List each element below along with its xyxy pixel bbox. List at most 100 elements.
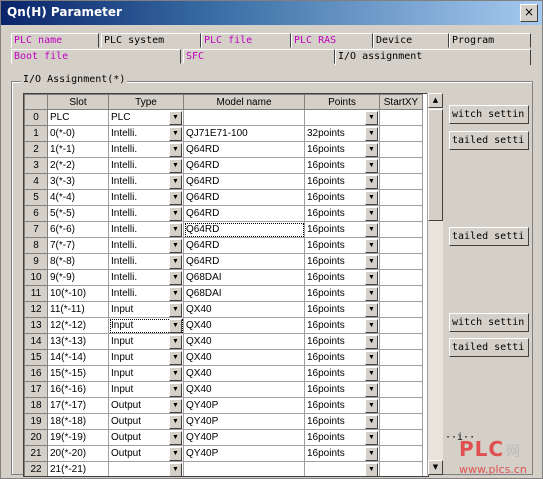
model-name-input[interactable]: QY40P — [183, 429, 305, 446]
model-name-input[interactable]: QY40P — [183, 445, 305, 462]
points-select[interactable]: 16points ▼ — [304, 157, 380, 174]
startxy-input[interactable] — [379, 301, 423, 318]
tab-plc-file[interactable]: PLC file — [201, 33, 291, 48]
dropdown-arrow-icon[interactable]: ▼ — [169, 191, 182, 205]
startxy-input[interactable] — [379, 365, 423, 382]
slot-cell[interactable]: 2(*-2) — [47, 157, 109, 174]
points-select[interactable]: 32points ▼ — [304, 125, 380, 142]
model-name-input[interactable]: Q64RD — [183, 221, 305, 238]
startxy-input[interactable] — [379, 429, 423, 446]
dropdown-arrow-icon[interactable]: ▼ — [169, 287, 182, 301]
dropdown-arrow-icon[interactable]: ▼ — [365, 127, 378, 141]
dropdown-arrow-icon[interactable]: ▼ — [365, 351, 378, 365]
model-name-input[interactable]: Q64RD — [183, 205, 305, 222]
slot-cell[interactable]: 7(*-7) — [47, 237, 109, 254]
slot-cell[interactable]: 13(*-13) — [47, 333, 109, 350]
startxy-input[interactable] — [379, 285, 423, 302]
points-select[interactable]: 16points ▼ — [304, 445, 380, 462]
dropdown-arrow-icon[interactable]: ▼ — [365, 191, 378, 205]
dropdown-arrow-icon[interactable]: ▼ — [169, 223, 182, 237]
dropdown-arrow-icon[interactable]: ▼ — [365, 431, 378, 445]
dropdown-arrow-icon[interactable]: ▼ — [365, 255, 378, 269]
dropdown-arrow-icon[interactable]: ▼ — [169, 447, 182, 461]
startxy-input[interactable] — [379, 109, 423, 126]
slot-cell[interactable]: 17(*-17) — [47, 397, 109, 414]
model-name-input[interactable]: QJ71E71-100 — [183, 125, 305, 142]
startxy-input[interactable] — [379, 157, 423, 174]
model-name-input[interactable]: Q64RD — [183, 253, 305, 270]
type-select[interactable]: Intelli. ▼ — [108, 157, 184, 174]
model-name-input[interactable]: QX40 — [183, 333, 305, 350]
slot-cell[interactable]: 5(*-5) — [47, 205, 109, 222]
type-select[interactable]: Intelli. ▼ — [108, 205, 184, 222]
points-select[interactable]: 16points ▼ — [304, 173, 380, 190]
model-name-input[interactable]: QX40 — [183, 301, 305, 318]
dropdown-arrow-icon[interactable]: ▼ — [169, 319, 182, 333]
startxy-input[interactable] — [379, 269, 423, 286]
type-select[interactable]: Input ▼ — [108, 365, 184, 382]
switch-settings-button-2[interactable]: witch settin — [449, 313, 529, 332]
type-select[interactable]: Intelli. ▼ — [108, 237, 184, 254]
startxy-input[interactable] — [379, 221, 423, 238]
points-select[interactable]: 16points ▼ — [304, 285, 380, 302]
tab-plc-system[interactable]: PLC system — [101, 33, 201, 48]
startxy-input[interactable] — [379, 237, 423, 254]
points-select[interactable]: 16points ▼ — [304, 141, 380, 158]
slot-cell[interactable]: 11(*-11) — [47, 301, 109, 318]
dropdown-arrow-icon[interactable]: ▼ — [365, 207, 378, 221]
points-select[interactable]: 16points ▼ — [304, 381, 380, 398]
detailed-settings-button-2[interactable]: tailed setti — [449, 227, 529, 246]
tab-plc-ras[interactable]: PLC RAS — [291, 33, 373, 48]
slot-cell[interactable]: PLC — [47, 109, 109, 126]
model-name-input[interactable]: QY40P — [183, 397, 305, 414]
slot-cell[interactable]: 9(*-9) — [47, 269, 109, 286]
type-select[interactable]: Input ▼ — [108, 349, 184, 366]
detailed-settings-button-3[interactable]: tailed setti — [449, 338, 529, 357]
dropdown-arrow-icon[interactable]: ▼ — [365, 335, 378, 349]
dropdown-arrow-icon[interactable]: ▼ — [365, 415, 378, 429]
dropdown-arrow-icon[interactable]: ▼ — [365, 111, 378, 125]
type-select[interactable]: Intelli. ▼ — [108, 253, 184, 270]
dropdown-arrow-icon[interactable]: ▼ — [365, 303, 378, 317]
model-name-input[interactable]: Q64RD — [183, 141, 305, 158]
startxy-input[interactable] — [379, 173, 423, 190]
slot-cell[interactable]: 8(*-8) — [47, 253, 109, 270]
slot-cell[interactable]: 3(*-3) — [47, 173, 109, 190]
slot-cell[interactable]: 18(*-18) — [47, 413, 109, 430]
dropdown-arrow-icon[interactable]: ▼ — [365, 271, 378, 285]
dropdown-arrow-icon[interactable]: ▼ — [169, 367, 182, 381]
tab-device[interactable]: Device — [373, 33, 449, 48]
model-name-input[interactable] — [183, 109, 305, 126]
dropdown-arrow-icon[interactable]: ▼ — [365, 223, 378, 237]
slot-cell[interactable]: 10(*-10) — [47, 285, 109, 302]
tab-io-assignment[interactable]: I/O assignment — [335, 49, 531, 65]
tab-plc-name[interactable]: PLC name — [11, 33, 99, 48]
points-select[interactable]: 16points ▼ — [304, 301, 380, 318]
model-name-input[interactable]: QY40P — [183, 413, 305, 430]
startxy-input[interactable] — [379, 125, 423, 142]
tab-boot-file[interactable]: Boot file — [11, 49, 181, 64]
type-select[interactable]: Intelli. ▼ — [108, 189, 184, 206]
dropdown-arrow-icon[interactable]: ▼ — [169, 383, 182, 397]
model-name-input[interactable]: Q68DAI — [183, 269, 305, 286]
dropdown-arrow-icon[interactable]: ▼ — [365, 239, 378, 253]
model-name-input[interactable]: QX40 — [183, 381, 305, 398]
type-select[interactable]: Output ▼ — [108, 429, 184, 446]
dropdown-arrow-icon[interactable]: ▼ — [169, 255, 182, 269]
type-select[interactable]: Input ▼ — [108, 333, 184, 350]
dropdown-arrow-icon[interactable]: ▼ — [169, 303, 182, 317]
startxy-input[interactable] — [379, 333, 423, 350]
slot-cell[interactable]: 0(*-0) — [47, 125, 109, 142]
scroll-thumb[interactable] — [428, 109, 443, 221]
type-select[interactable]: Input ▼ — [108, 301, 184, 318]
points-select[interactable]: 16points ▼ — [304, 413, 380, 430]
slot-cell[interactable]: 4(*-4) — [47, 189, 109, 206]
startxy-input[interactable] — [379, 253, 423, 270]
dropdown-arrow-icon[interactable]: ▼ — [169, 127, 182, 141]
slot-cell[interactable]: 21(*-21) — [47, 461, 109, 476]
startxy-input[interactable] — [379, 461, 423, 476]
type-select[interactable]: Intelli. ▼ — [108, 173, 184, 190]
switch-settings-button-1[interactable]: witch settin — [449, 105, 529, 124]
dropdown-arrow-icon[interactable]: ▼ — [365, 159, 378, 173]
dropdown-arrow-icon[interactable]: ▼ — [365, 399, 378, 413]
